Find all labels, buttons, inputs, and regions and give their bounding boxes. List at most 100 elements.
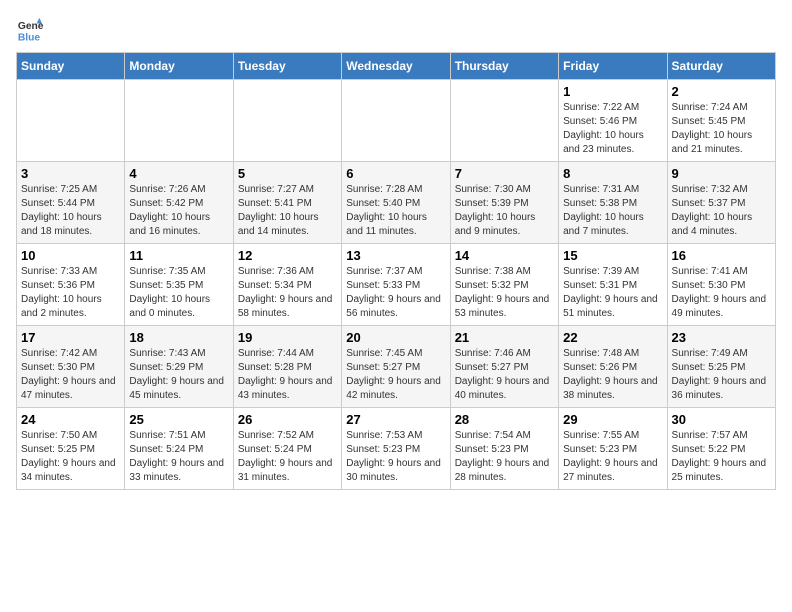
day-info: Sunrise: 7:36 AM Sunset: 5:34 PM Dayligh… <box>238 265 337 321</box>
day-number: 1 <box>563 84 662 99</box>
day-number: 25 <box>129 412 228 427</box>
calendar-cell: 7 Sunrise: 7:30 AM Sunset: 5:39 PM Daylig… <box>450 162 558 244</box>
weekday-header: Friday <box>559 53 667 80</box>
calendar-cell: 23 Sunrise: 7:49 AM Sunset: 5:25 PM Dayli… <box>667 326 775 408</box>
day-info: Sunrise: 7:31 AM Sunset: 5:38 PM Dayligh… <box>563 183 662 239</box>
day-info: Sunrise: 7:50 AM Sunset: 5:25 PM Dayligh… <box>21 429 120 485</box>
day-info: Sunrise: 7:46 AM Sunset: 5:27 PM Dayligh… <box>455 347 554 403</box>
calendar-cell <box>233 80 341 162</box>
header: General Blue <box>16 16 776 44</box>
day-info: Sunrise: 7:38 AM Sunset: 5:32 PM Dayligh… <box>455 265 554 321</box>
day-number: 8 <box>563 166 662 181</box>
calendar-cell: 11Sunrise: 7:35 AM Sunset: 5:35 PM Dayli… <box>125 244 233 326</box>
day-info: Sunrise: 7:37 AM Sunset: 5:33 PM Dayligh… <box>346 265 445 321</box>
day-info: Sunrise: 7:39 AM Sunset: 5:31 PM Dayligh… <box>563 265 662 321</box>
calendar-cell: 9 Sunrise: 7:32 AM Sunset: 5:37 PM Daylig… <box>667 162 775 244</box>
calendar-cell: 24 Sunrise: 7:50 AM Sunset: 5:25 PM Dayli… <box>17 408 125 490</box>
day-info: Sunrise: 7:57 AM Sunset: 5:22 PM Dayligh… <box>672 429 771 485</box>
calendar-table: SundayMondayTuesdayWednesdayThursdayFrid… <box>16 52 776 490</box>
day-info: Sunrise: 7:53 AM Sunset: 5:23 PM Dayligh… <box>346 429 445 485</box>
calendar-cell: 4Sunrise: 7:26 AM Sunset: 5:42 PM Daylig… <box>125 162 233 244</box>
weekday-header: Wednesday <box>342 53 450 80</box>
calendar-cell: 5 Sunrise: 7:27 AM Sunset: 5:41 PM Daylig… <box>233 162 341 244</box>
day-info: Sunrise: 7:45 AM Sunset: 5:27 PM Dayligh… <box>346 347 445 403</box>
calendar-cell: 25 Sunrise: 7:51 AM Sunset: 5:24 PM Dayli… <box>125 408 233 490</box>
calendar-cell: 30 Sunrise: 7:57 AM Sunset: 5:22 PM Dayli… <box>667 408 775 490</box>
day-info: Sunrise: 7:41 AM Sunset: 5:30 PM Dayligh… <box>672 265 771 321</box>
day-number: 28 <box>455 412 554 427</box>
calendar-cell: 16 Sunrise: 7:41 AM Sunset: 5:30 PM Dayli… <box>667 244 775 326</box>
day-info: Sunrise: 7:43 AM Sunset: 5:29 PM Dayligh… <box>129 347 228 403</box>
calendar-cell: 10Sunrise: 7:33 AM Sunset: 5:36 PM Dayli… <box>17 244 125 326</box>
day-info: Sunrise: 7:22 AM Sunset: 5:46 PM Dayligh… <box>563 101 662 157</box>
svg-text:Blue: Blue <box>18 32 41 43</box>
calendar-cell: 12 Sunrise: 7:36 AM Sunset: 5:34 PM Dayli… <box>233 244 341 326</box>
calendar-cell: 8 Sunrise: 7:31 AM Sunset: 5:38 PM Daylig… <box>559 162 667 244</box>
day-number: 10 <box>21 248 120 263</box>
day-number: 7 <box>455 166 554 181</box>
weekday-header: Monday <box>125 53 233 80</box>
day-info: Sunrise: 7:28 AM Sunset: 5:40 PM Dayligh… <box>346 183 445 239</box>
logo-icon: General Blue <box>16 16 44 44</box>
day-info: Sunrise: 7:48 AM Sunset: 5:26 PM Dayligh… <box>563 347 662 403</box>
day-info: Sunrise: 7:51 AM Sunset: 5:24 PM Dayligh… <box>129 429 228 485</box>
day-number: 11 <box>129 248 228 263</box>
day-number: 5 <box>238 166 337 181</box>
day-number: 6 <box>346 166 445 181</box>
day-number: 17 <box>21 330 120 345</box>
calendar-header-row: SundayMondayTuesdayWednesdayThursdayFrid… <box>17 53 776 80</box>
day-info: Sunrise: 7:44 AM Sunset: 5:28 PM Dayligh… <box>238 347 337 403</box>
day-number: 21 <box>455 330 554 345</box>
calendar-cell: 19 Sunrise: 7:44 AM Sunset: 5:28 PM Dayli… <box>233 326 341 408</box>
calendar-cell <box>125 80 233 162</box>
day-number: 20 <box>346 330 445 345</box>
calendar-cell: 14 Sunrise: 7:38 AM Sunset: 5:32 PM Dayli… <box>450 244 558 326</box>
day-info: Sunrise: 7:49 AM Sunset: 5:25 PM Dayligh… <box>672 347 771 403</box>
day-number: 15 <box>563 248 662 263</box>
day-info: Sunrise: 7:30 AM Sunset: 5:39 PM Dayligh… <box>455 183 554 239</box>
calendar-cell: 1 Sunrise: 7:22 AM Sunset: 5:46 PM Daylig… <box>559 80 667 162</box>
calendar-cell <box>450 80 558 162</box>
calendar-cell: 2 Sunrise: 7:24 AM Sunset: 5:45 PM Daylig… <box>667 80 775 162</box>
day-info: Sunrise: 7:25 AM Sunset: 5:44 PM Dayligh… <box>21 183 120 239</box>
day-info: Sunrise: 7:42 AM Sunset: 5:30 PM Dayligh… <box>21 347 120 403</box>
calendar-cell: 28 Sunrise: 7:54 AM Sunset: 5:23 PM Dayli… <box>450 408 558 490</box>
day-info: Sunrise: 7:26 AM Sunset: 5:42 PM Dayligh… <box>129 183 228 239</box>
calendar-week-row: 1 Sunrise: 7:22 AM Sunset: 5:46 PM Daylig… <box>17 80 776 162</box>
day-number: 22 <box>563 330 662 345</box>
calendar-week-row: 24 Sunrise: 7:50 AM Sunset: 5:25 PM Dayli… <box>17 408 776 490</box>
calendar-cell: 18 Sunrise: 7:43 AM Sunset: 5:29 PM Dayli… <box>125 326 233 408</box>
day-number: 19 <box>238 330 337 345</box>
calendar-cell: 26 Sunrise: 7:52 AM Sunset: 5:24 PM Dayli… <box>233 408 341 490</box>
day-info: Sunrise: 7:24 AM Sunset: 5:45 PM Dayligh… <box>672 101 771 157</box>
day-number: 27 <box>346 412 445 427</box>
day-number: 2 <box>672 84 771 99</box>
calendar-week-row: 10Sunrise: 7:33 AM Sunset: 5:36 PM Dayli… <box>17 244 776 326</box>
day-number: 9 <box>672 166 771 181</box>
calendar-cell <box>17 80 125 162</box>
day-info: Sunrise: 7:54 AM Sunset: 5:23 PM Dayligh… <box>455 429 554 485</box>
calendar-cell: 20 Sunrise: 7:45 AM Sunset: 5:27 PM Dayli… <box>342 326 450 408</box>
day-number: 14 <box>455 248 554 263</box>
calendar-cell: 27 Sunrise: 7:53 AM Sunset: 5:23 PM Dayli… <box>342 408 450 490</box>
day-number: 16 <box>672 248 771 263</box>
day-number: 18 <box>129 330 228 345</box>
calendar-cell <box>342 80 450 162</box>
day-number: 3 <box>21 166 120 181</box>
weekday-header: Saturday <box>667 53 775 80</box>
day-number: 30 <box>672 412 771 427</box>
day-number: 24 <box>21 412 120 427</box>
day-number: 26 <box>238 412 337 427</box>
calendar-cell: 17 Sunrise: 7:42 AM Sunset: 5:30 PM Dayli… <box>17 326 125 408</box>
day-number: 12 <box>238 248 337 263</box>
calendar-cell: 22 Sunrise: 7:48 AM Sunset: 5:26 PM Dayli… <box>559 326 667 408</box>
day-number: 23 <box>672 330 771 345</box>
day-info: Sunrise: 7:55 AM Sunset: 5:23 PM Dayligh… <box>563 429 662 485</box>
calendar-week-row: 3 Sunrise: 7:25 AM Sunset: 5:44 PM Daylig… <box>17 162 776 244</box>
weekday-header: Sunday <box>17 53 125 80</box>
day-info: Sunrise: 7:52 AM Sunset: 5:24 PM Dayligh… <box>238 429 337 485</box>
weekday-header: Tuesday <box>233 53 341 80</box>
calendar-cell: 29Sunrise: 7:55 AM Sunset: 5:23 PM Dayli… <box>559 408 667 490</box>
day-info: Sunrise: 7:27 AM Sunset: 5:41 PM Dayligh… <box>238 183 337 239</box>
day-info: Sunrise: 7:32 AM Sunset: 5:37 PM Dayligh… <box>672 183 771 239</box>
